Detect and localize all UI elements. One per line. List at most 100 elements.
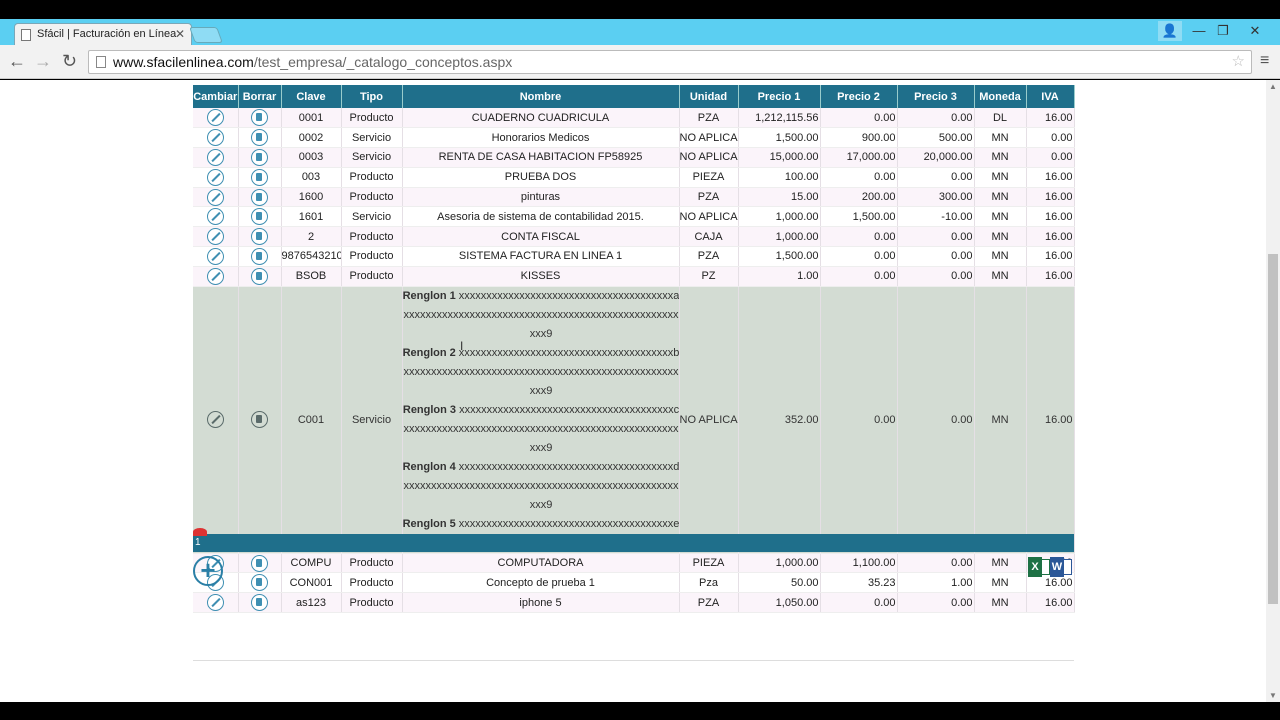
forward-arrow-icon[interactable]: → [34, 51, 52, 71]
table-row[interactable]: as123 Producto iphone 5 PZA 1,050.00 0.00 0.00… [193, 592, 1075, 614]
edit-icon[interactable] [206, 129, 224, 147]
iva-cell: 16.00 [1026, 592, 1075, 614]
trash-icon[interactable] [251, 574, 268, 592]
table-row[interactable]: CON001 Producto Concepto de prueba 1 Pza 50.… [193, 572, 1075, 594]
column-header: Precio 3 [897, 85, 975, 108]
precio3-cell: 0.00 [897, 167, 975, 188]
browser-toolbar: ← → ↻ www.sfacilenlinea.com/test_empresa… [0, 45, 1280, 79]
edit-icon[interactable] [206, 188, 224, 206]
trash-icon[interactable] [251, 554, 268, 572]
renglon-label: Renglon 3 [402, 403, 457, 416]
scroll-down-icon[interactable]: ▼ [1269, 691, 1277, 700]
renglon-text-continued: xxxxxxxxxxxxxxxxxxxxxxxxxxxxxxxxxxxxxxxx… [403, 365, 679, 397]
trash-icon[interactable] [251, 247, 268, 265]
reload-icon[interactable]: ↻ [62, 51, 77, 71]
column-header: Moneda [974, 85, 1027, 108]
column-header: Tipo [341, 85, 403, 108]
precio3-cell: 1.00 [897, 572, 975, 594]
delete-cell [238, 572, 282, 594]
vertical-scrollbar[interactable]: ▲ ▼ [1266, 80, 1280, 702]
tipo-cell: Producto [341, 226, 403, 248]
unidad-cell: PIEZA [679, 553, 739, 574]
scrollbar-thumb[interactable] [1268, 254, 1278, 604]
scroll-up-icon[interactable]: ▲ [1269, 82, 1277, 91]
edit-icon[interactable] [206, 168, 224, 186]
table-row[interactable]: 0002 Servicio Honorarios Medicos NO APLICA 1… [193, 127, 1075, 149]
unidad-cell: PZA [679, 108, 739, 129]
edit-icon[interactable] [206, 109, 224, 127]
trash-icon[interactable] [251, 129, 268, 147]
precio1-cell: 1.00 [738, 266, 821, 287]
back-arrow-icon[interactable]: ← [8, 51, 26, 71]
table-row-selected[interactable]: C001 Servicio Renglon 1 xxxxxxxxxxxxxxxxxx… [193, 286, 1075, 554]
precio2-cell: 0.00 [820, 226, 898, 248]
new-tab-button[interactable] [189, 27, 223, 43]
export-buttons: X W [1028, 557, 1074, 577]
edit-icon[interactable] [206, 208, 224, 226]
edit-icon[interactable] [206, 247, 224, 265]
nombre-cell: pinturas [402, 187, 680, 208]
trash-icon[interactable] [251, 228, 268, 246]
moneda-cell: MN [974, 167, 1027, 188]
nombre-cell: RENTA DE CASA HABITACION FP58925 [402, 147, 680, 168]
add-concept-button[interactable]: + [193, 556, 223, 586]
table-row[interactable]: 0003 Servicio RENTA DE CASA HABITACION FP5… [193, 147, 1075, 168]
unidad-cell: PZ [679, 266, 739, 287]
word-export-icon[interactable]: W [1050, 557, 1064, 577]
table-row[interactable]: 1600 Producto pinturas PZA 15.00 200.00 300.00… [193, 187, 1075, 208]
precio1-cell: 15.00 [738, 187, 821, 208]
nombre-cell: Concepto de prueba 1 [402, 572, 680, 594]
minimize-button[interactable]: — [1188, 21, 1210, 41]
precio2-cell: 200.00 [820, 187, 898, 208]
trash-icon[interactable] [251, 168, 268, 186]
pager-page-1[interactable]: 1 [195, 537, 201, 548]
table-header-row: Cambiar Borrar Clave Tipo Nombre Unidad Precio… [193, 85, 1075, 108]
excel-export-icon[interactable]: X [1028, 557, 1042, 577]
moneda-cell: MN [974, 553, 1027, 574]
browser-tab[interactable]: Sfácil | Facturación en Línea ✕ [14, 23, 192, 45]
trash-icon[interactable] [251, 208, 268, 226]
close-window-button[interactable]: ✕ [1240, 21, 1270, 41]
moneda-cell: MN [974, 572, 1027, 594]
table-row[interactable]: 1601 Servicio Asesoria de sistema de conta… [193, 206, 1075, 228]
address-bar[interactable]: www.sfacilenlinea.com/test_empresa/_cata… [88, 50, 1252, 74]
trash-icon[interactable] [251, 148, 268, 166]
table-row[interactable]: 0001 Producto CUADERNO CUADRICULA PZA 1,212,… [193, 108, 1075, 129]
precio1-cell: 1,050.00 [738, 592, 821, 614]
user-icon[interactable]: 👤 [1158, 21, 1182, 41]
edit-icon[interactable] [206, 594, 224, 612]
renglon-text: xxxxxxxxxxxxxxxxxxxxxxxxxxxxxxxxxxxxxxxd [458, 460, 679, 473]
restore-button[interactable]: ❐ [1212, 21, 1234, 41]
column-header: Clave [281, 85, 342, 108]
table-row[interactable]: 003 Producto PRUEBA DOS PIEZA 100.00 0.00 0.00… [193, 167, 1075, 188]
nombre-cell: COMPUTADORA [402, 553, 680, 574]
edit-icon[interactable] [206, 148, 224, 166]
edit-icon[interactable] [206, 411, 224, 429]
title-bar: Sfácil | Facturación en Línea ✕ 👤 — ❐ ✕ [0, 19, 1280, 45]
nombre-cell: Renglon 1 xxxxxxxxxxxxxxxxxxxxxxxxxxxxxx… [402, 286, 680, 554]
moneda-cell: DL [974, 108, 1027, 129]
menu-icon[interactable]: ≡ [1260, 52, 1269, 70]
edit-cell [193, 592, 239, 614]
delete-cell [238, 147, 282, 168]
precio1-cell: 1,500.00 [738, 127, 821, 149]
trash-icon[interactable] [251, 109, 268, 127]
tab-close-icon[interactable]: ✕ [175, 27, 185, 41]
iva-cell: 16.00 [1026, 108, 1075, 129]
table-row[interactable]: BSOB Producto KISSES PZ 1.00 0.00 0.00 MN 16.00 [193, 266, 1075, 287]
edit-icon[interactable] [206, 267, 224, 285]
table-row[interactable]: 2 Producto CONTA FISCAL CAJA 1,000.00 0.00 0.0… [193, 226, 1075, 248]
precio3-cell: 0.00 [897, 266, 975, 287]
iva-cell: 0.00 [1026, 127, 1075, 149]
moneda-cell: MN [974, 226, 1027, 248]
bookmark-star-icon[interactable]: ☆ [1232, 51, 1245, 73]
table-row[interactable]: 9876543210 Producto SISTEMA FACTURA EN LIN… [193, 246, 1075, 267]
trash-icon[interactable] [251, 594, 268, 612]
edit-icon[interactable] [206, 228, 224, 246]
nombre-cell: Asesoria de sistema de contabilidad 2015… [402, 206, 680, 228]
delete-cell [238, 226, 282, 248]
table-row[interactable]: COMPU Producto COMPUTADORA PIEZA 1,000.00 1,1… [193, 553, 1075, 574]
trash-icon[interactable] [251, 188, 268, 206]
trash-icon[interactable] [251, 267, 268, 285]
trash-icon[interactable] [251, 411, 268, 429]
